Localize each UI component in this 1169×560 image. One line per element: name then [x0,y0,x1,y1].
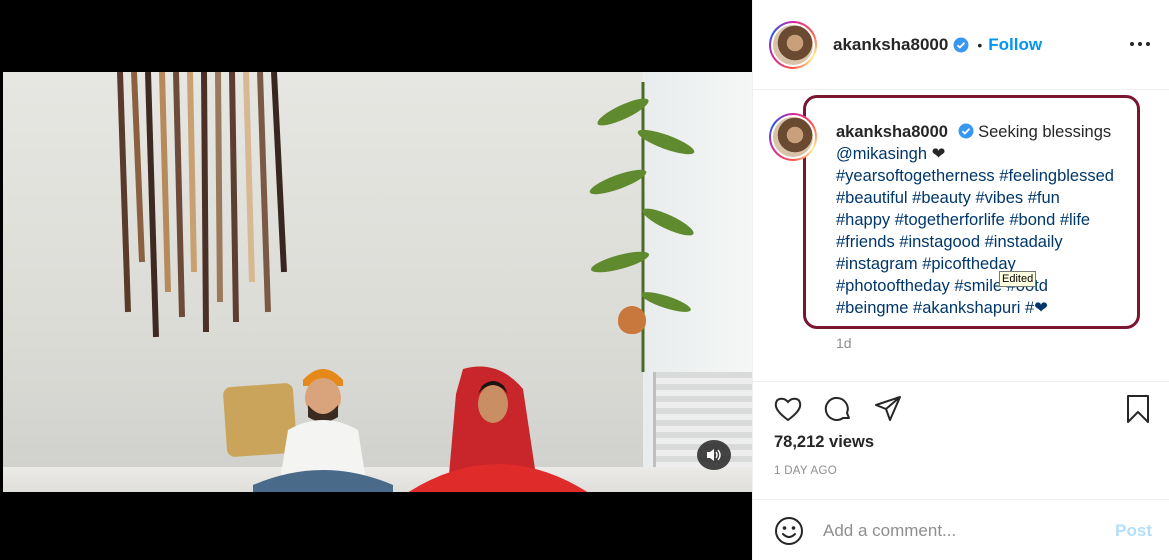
comment-icon[interactable] [823,394,853,424]
post-header: akanksha8000 • Follow [753,0,1169,90]
edited-tooltip: Edited [999,271,1037,287]
like-heart-icon[interactable] [773,394,803,424]
hashtags-line[interactable]: #beautiful #beauty #vibes #fun [836,189,1060,207]
lamp-image [618,306,646,334]
caption-section: akanksha8000 Seeking blessings @mikasing… [753,91,1169,381]
video-frame[interactable] [3,72,752,492]
woman-figure [408,366,588,492]
hashtags-line[interactable]: #happy #togetherforlife #bond #life [836,211,1090,229]
heart-emoji: ❤ [1034,299,1048,317]
verified-badge-icon [958,123,974,139]
more-options-icon[interactable] [1130,36,1150,52]
caption-avatar[interactable] [769,113,817,161]
share-send-icon[interactable] [873,394,903,424]
post-side-panel: akanksha8000 • Follow akanksha8000 Seeki… [752,0,1169,560]
speaker-icon [707,449,721,461]
caption-text: akanksha8000 Seeking blessings @mikasing… [836,121,1136,319]
post-video[interactable] [0,0,752,560]
verified-badge-icon [953,37,969,52]
audio-muted-button[interactable] [697,440,731,470]
post-comment-button[interactable]: Post [1115,521,1152,541]
caption-body: Seeking blessings [978,123,1112,141]
separator-dot: • [977,36,983,53]
hashtags-line[interactable]: #beingme #akankshapuri # [836,299,1034,317]
man-figure [253,369,393,492]
avatar[interactable] [769,20,817,69]
follow-button[interactable]: Follow [988,35,1042,55]
view-count[interactable]: 78,212 views [774,433,874,452]
hashtags-line[interactable]: #friends #instagood #instadaily [836,233,1063,251]
caption-age: 1d [836,335,852,351]
hashtags-line[interactable]: #instagram #picoftheday [836,255,1016,273]
comment-input[interactable] [823,518,1083,544]
comment-bar: Post [753,499,1169,560]
emoji-smiley-icon[interactable] [774,516,804,546]
mention-link[interactable]: @mikasingh [836,145,927,163]
wall-hanging-image [117,72,287,338]
heart-emoji: ❤ [931,145,946,163]
post-date[interactable]: 1 DAY AGO [774,465,837,477]
caption-username[interactable]: akanksha8000 [836,123,948,141]
action-bar [753,381,1169,433]
header-username[interactable]: akanksha8000 [833,35,948,55]
hashtags-line[interactable]: #yearsoftogetherness #feelingblessed [836,167,1114,185]
save-bookmark-icon[interactable] [1123,394,1153,424]
